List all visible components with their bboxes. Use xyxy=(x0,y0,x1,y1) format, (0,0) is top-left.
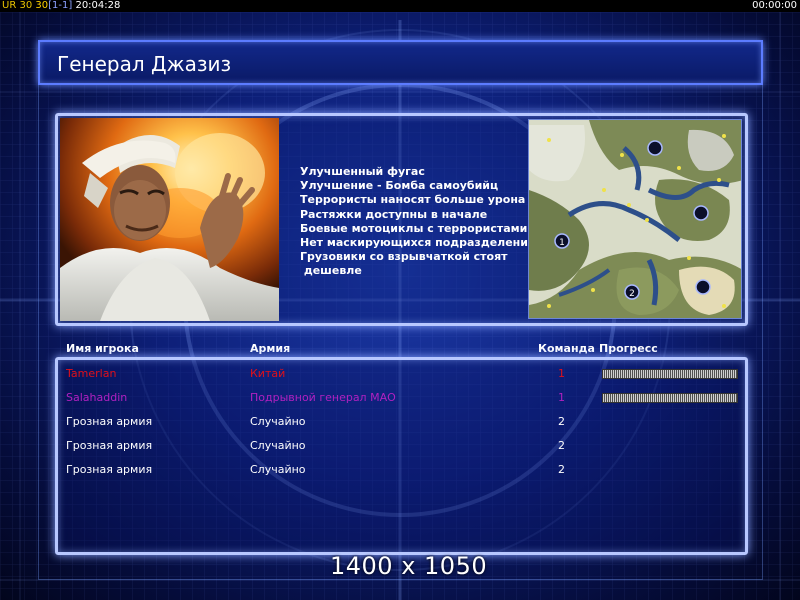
hud-timer: 00:00:00 xyxy=(752,0,797,11)
player-row: Salahaddin Подрывной генерал МАО 1 xyxy=(0,391,800,405)
player-list-panel xyxy=(55,357,748,555)
player-progress-bar xyxy=(602,393,738,403)
start-position-2: 2 xyxy=(629,289,635,299)
player-row: Tamerlan Китай 1 xyxy=(0,367,800,381)
hud-value-1: 30 xyxy=(19,0,33,11)
hud-bracket-value: [1-1] xyxy=(48,0,73,11)
hud-ur-label: UR xyxy=(2,0,17,11)
start-position-1: 1 xyxy=(559,238,565,248)
perk-item: Растяжки доступны в начале xyxy=(300,207,488,221)
player-row: Грозная армия Случайно 2 xyxy=(0,439,800,453)
header-army: Армия xyxy=(250,342,291,355)
perk-item: дешевле xyxy=(300,264,362,278)
hud-stats: UR 30 30[1-1] 20:04:28 xyxy=(2,0,120,11)
perk-item: Грузовики со взрывчаткой стоят xyxy=(300,250,508,264)
player-row: Грозная армия Случайно 2 xyxy=(0,463,800,477)
perk-item: Улучшение - Бомба самоубийц xyxy=(300,179,499,193)
perk-item: Боевые мотоциклы с террористами xyxy=(300,221,528,235)
player-team: 2 xyxy=(558,439,565,452)
minimap: 1 2 xyxy=(528,119,742,319)
player-team: 2 xyxy=(558,415,565,428)
hud-clock: 20:04:28 xyxy=(75,0,121,11)
header-player-name: Имя игрока xyxy=(66,342,139,355)
general-portrait xyxy=(60,118,279,321)
player-name: Грозная армия xyxy=(66,439,153,452)
player-name: Tamerlan xyxy=(66,367,117,380)
header-progress: Прогресс xyxy=(599,342,658,355)
player-name: Грозная армия xyxy=(66,463,153,476)
player-army: Случайно xyxy=(250,439,306,452)
player-team: 1 xyxy=(558,391,565,404)
perk-item: Нет маскирующихся подразделений xyxy=(300,236,536,250)
player-team: 1 xyxy=(558,367,565,380)
perk-item: Улучшенный фугас xyxy=(300,165,425,178)
resolution-label: 1400 x 1050 xyxy=(330,552,488,580)
player-team: 2 xyxy=(558,463,565,476)
general-perks-list: Улучшенный фугас Улучшение - Бомба самоу… xyxy=(300,165,536,279)
player-army: Китай xyxy=(250,367,286,380)
player-row: Грозная армия Случайно 2 xyxy=(0,415,800,429)
player-army: Подрывной генерал МАО xyxy=(250,391,396,404)
player-progress-bar xyxy=(602,369,738,379)
player-army: Случайно xyxy=(250,415,306,428)
header-team: Команда xyxy=(538,342,595,355)
hud-value-2: 30 xyxy=(35,0,49,11)
player-name: Salahaddin xyxy=(66,391,128,404)
perk-item: Террористы наносят больше урона xyxy=(300,193,526,207)
general-title: Генерал Джазиз xyxy=(57,52,232,76)
player-name: Грозная армия xyxy=(66,415,153,428)
hud-top-bar: UR 30 30[1-1] 20:04:28 00:00:00 xyxy=(0,0,800,12)
player-army: Случайно xyxy=(250,463,306,476)
